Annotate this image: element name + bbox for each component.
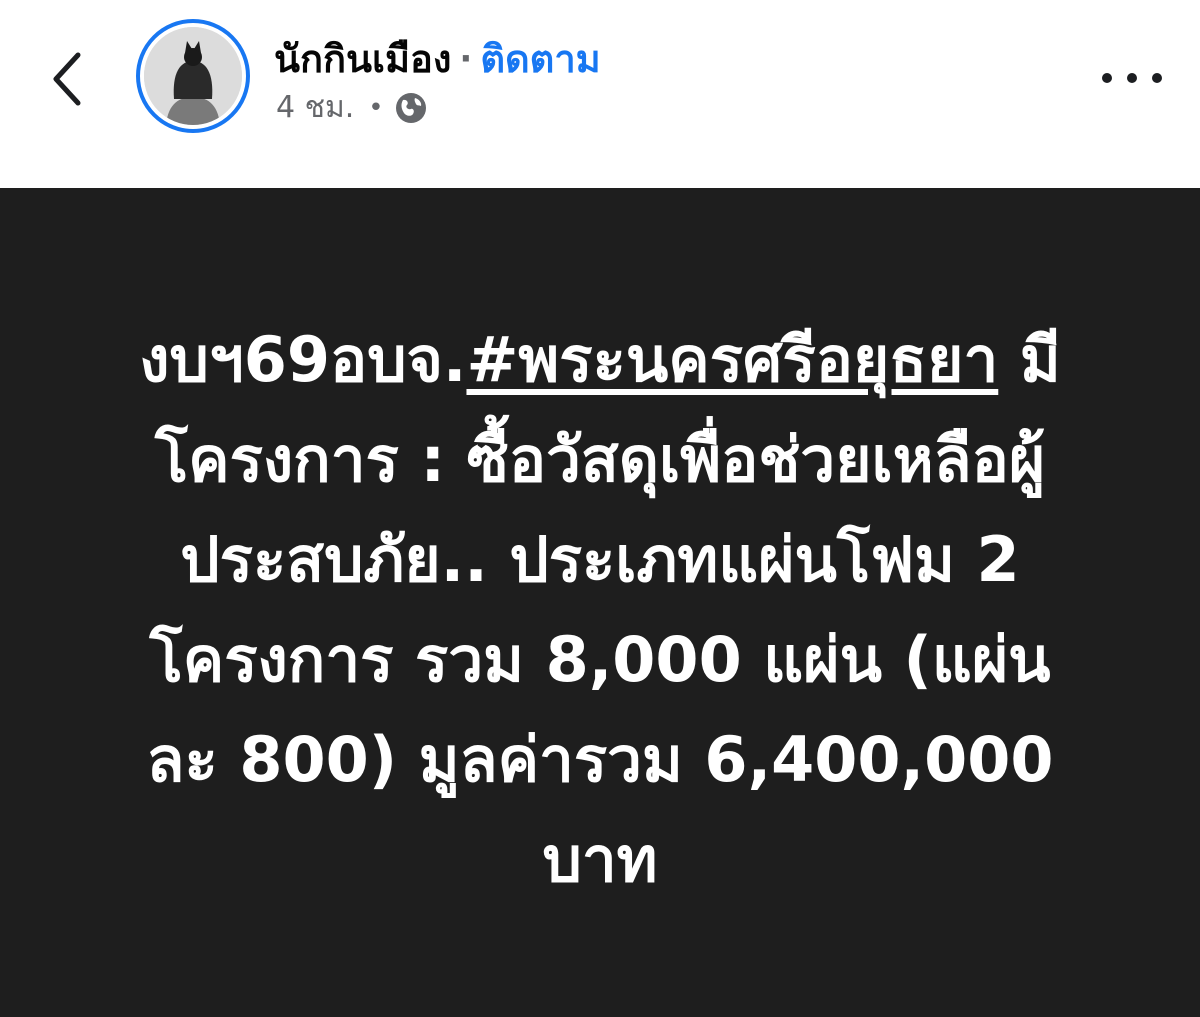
post-line: โครงการ รวม 8,000 แผ่น (แผ่น — [149, 623, 1051, 696]
chevron-left-icon — [53, 52, 81, 106]
post-line: ละ 800) มูลค่ารวม 6,400,000 — [146, 723, 1054, 796]
author-name[interactable]: นักกินเมือง — [274, 28, 451, 89]
post-line: งบฯ69อบจ.#พระนครศรีอยุธยา มี — [60, 310, 1140, 410]
post-image-panel[interactable]: งบฯ69อบจ.#พระนครศรีอยุธยา มี โครงการ : ซ… — [0, 188, 1200, 1017]
post-timestamp[interactable]: 4 ชม. — [276, 84, 354, 131]
post-text-segment: งบฯ69อบจ. — [139, 323, 467, 396]
name-separator: · — [459, 38, 473, 79]
post-line: โครงการ : ซื้อวัสดุเพื่อช่วยเหลือผู้ — [154, 423, 1046, 496]
globe-icon — [394, 91, 428, 125]
author-avatar[interactable] — [136, 19, 250, 133]
post-meta: 4 ชม. • — [276, 84, 428, 131]
post-header: นักกินเมือง · ติดตาม 4 ชม. • — [0, 0, 1200, 188]
meta-separator: • — [368, 92, 384, 123]
follow-button[interactable]: ติดตาม — [480, 28, 600, 89]
hashtag-link[interactable]: #พระนครศรีอยุธยา — [466, 323, 998, 396]
back-button[interactable] — [40, 44, 96, 114]
more-options-button[interactable] — [1096, 56, 1168, 100]
author-name-row: นักกินเมือง · ติดตาม — [274, 28, 601, 89]
post-line: ประสบภัย.. ประเภทแผ่นโฟม 2 — [180, 523, 1020, 596]
avatar-image — [144, 27, 242, 125]
more-dot-icon — [1152, 73, 1162, 83]
post-line: บาท — [542, 823, 658, 896]
post-text-segment: มี — [998, 323, 1061, 396]
post-page: นักกินเมือง · ติดตาม 4 ชม. • งบฯ69อบจ.#พ… — [0, 0, 1200, 1017]
more-dot-icon — [1102, 73, 1112, 83]
post-text: งบฯ69อบจ.#พระนครศรีอยุธยา มี โครงการ : ซ… — [60, 310, 1140, 910]
more-dot-icon — [1127, 73, 1137, 83]
